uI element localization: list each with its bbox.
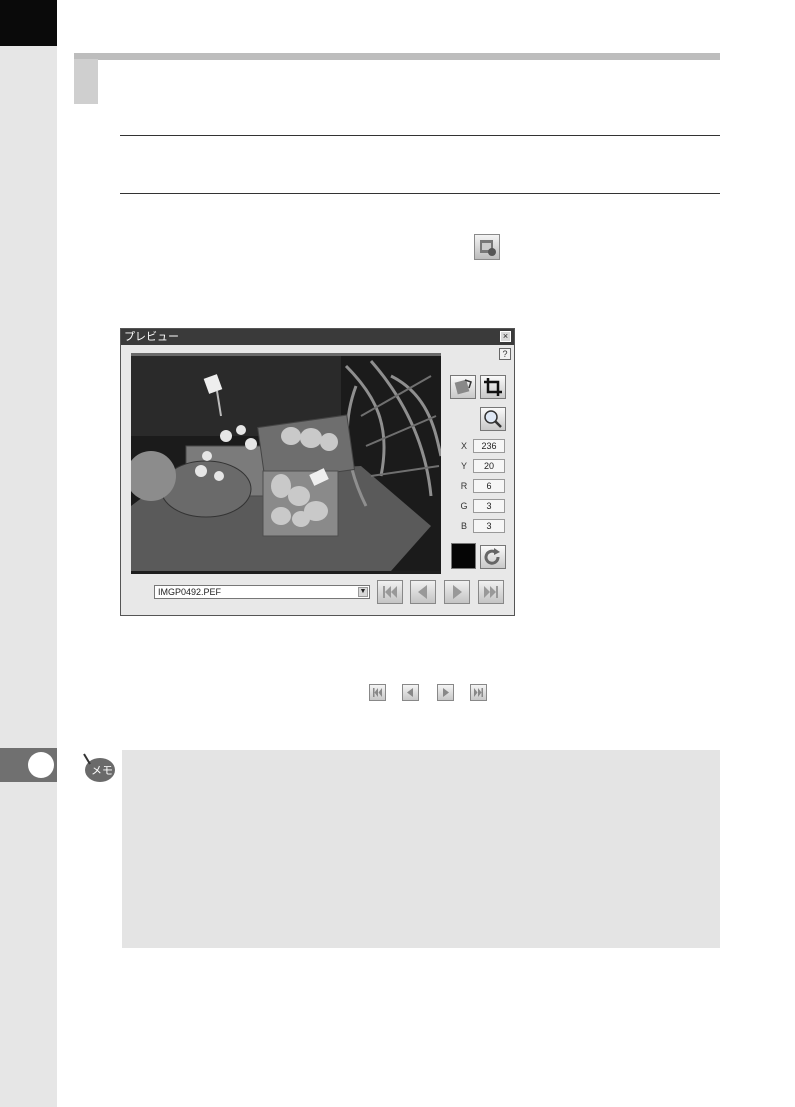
- file-select-value: IMGP0492.PEF: [158, 587, 222, 597]
- subsection-rule-bottom: [120, 193, 720, 194]
- first-icon: [369, 684, 386, 701]
- page-corner-marker: [0, 0, 57, 46]
- zoom-icon[interactable]: [480, 407, 506, 431]
- readout-value: 6: [473, 479, 505, 493]
- memo-icon-label: メモ: [91, 764, 113, 777]
- previous-icon: [402, 684, 419, 701]
- crop-icon[interactable]: [480, 375, 506, 399]
- subsection-rule-top: [120, 135, 720, 136]
- readout-label: R: [460, 481, 468, 491]
- preview-title: プレビュー: [124, 331, 179, 343]
- readout-value: 236: [473, 439, 505, 453]
- readout-value: 3: [473, 499, 505, 513]
- readout-label: G: [460, 501, 468, 511]
- chapter-side-tab: [0, 0, 57, 1107]
- chapter-number-circle: [28, 752, 54, 778]
- readout-label: B: [460, 521, 467, 531]
- chevron-down-icon[interactable]: ▼: [358, 587, 368, 597]
- preview-window: プレビュー × ? X 236 Y 20 R 6 G 3 B 3 IMGP049…: [120, 328, 515, 616]
- preview-photo: [131, 353, 441, 574]
- close-icon[interactable]: ×: [500, 331, 511, 342]
- previous-icon[interactable]: [410, 580, 436, 604]
- preview-launch-icon: [474, 234, 500, 260]
- memo-box: [122, 750, 720, 948]
- help-icon[interactable]: ?: [499, 348, 511, 360]
- preview-titlebar: プレビュー ×: [121, 329, 514, 345]
- color-swatch: [451, 543, 476, 569]
- rotate-icon[interactable]: [450, 375, 476, 399]
- next-icon[interactable]: [444, 580, 470, 604]
- readout-label: X: [460, 441, 467, 451]
- next-icon: [437, 684, 454, 701]
- readout-value: 20: [473, 459, 505, 473]
- section-header-rule: [74, 53, 720, 60]
- file-select[interactable]: IMGP0492.PEF ▼: [154, 585, 370, 599]
- last-icon: [470, 684, 487, 701]
- section-header-block: [74, 59, 98, 104]
- readout-value: 3: [473, 519, 505, 533]
- readout-label: Y: [460, 461, 467, 471]
- last-icon[interactable]: [478, 580, 504, 604]
- first-icon[interactable]: [377, 580, 403, 604]
- memo-icon: メモ: [80, 752, 116, 784]
- refresh-icon[interactable]: [480, 545, 506, 569]
